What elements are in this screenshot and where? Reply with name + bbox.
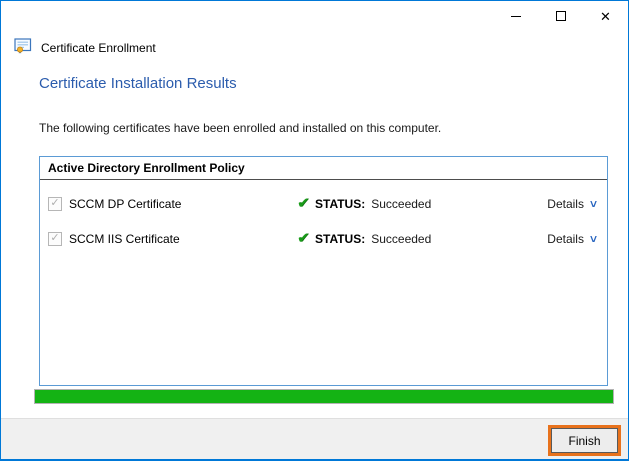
policy-group-title: Active Directory Enrollment Policy: [40, 157, 607, 180]
page-title: Certificate Installation Results: [39, 75, 237, 92]
minimize-icon: [511, 16, 521, 17]
page-description: The following certificates have been enr…: [39, 121, 441, 135]
progress-fill: [35, 390, 613, 403]
success-check-icon: ✔: [297, 196, 315, 211]
certificate-name: SCCM IIS Certificate: [69, 232, 297, 246]
success-check-icon: ✔: [297, 231, 315, 246]
certificate-checkbox[interactable]: ✓: [48, 232, 62, 246]
certificate-icon: [14, 38, 32, 58]
certificate-checkbox[interactable]: ✓: [48, 197, 62, 211]
details-link[interactable]: Details ˅: [547, 232, 597, 246]
status-value: Succeeded: [371, 232, 431, 246]
certificate-row: ✓ SCCM DP Certificate ✔ STATUS: Succeede…: [40, 186, 607, 221]
banner-title: Certificate Enrollment: [41, 41, 156, 55]
certificate-row: ✓ SCCM IIS Certificate ✔ STATUS: Succeed…: [40, 221, 607, 256]
details-label: Details: [547, 197, 584, 211]
checkbox-check-icon: ✓: [50, 233, 59, 244]
finish-button[interactable]: Finish: [551, 428, 618, 453]
chevron-down-icon: ˅: [590, 198, 597, 210]
enrollment-progress-bar: [34, 389, 614, 404]
status-label: STATUS:: [315, 232, 365, 246]
maximize-icon: [556, 11, 566, 21]
maximize-button[interactable]: [538, 1, 583, 31]
status-value: Succeeded: [371, 197, 431, 211]
details-label: Details: [547, 232, 584, 246]
finish-button-highlight: Finish: [548, 425, 621, 456]
wizard-banner: Certificate Enrollment: [14, 38, 156, 58]
certificate-list: ✓ SCCM DP Certificate ✔ STATUS: Succeede…: [40, 180, 607, 256]
details-link[interactable]: Details ˅: [547, 197, 597, 211]
checkbox-check-icon: ✓: [50, 198, 59, 209]
certificate-name: SCCM DP Certificate: [69, 197, 297, 211]
certificate-enrollment-window: ✕ Certificate Enrollment Certificate Ins…: [0, 0, 629, 461]
window-caption-buttons: ✕: [493, 1, 628, 31]
status-label: STATUS:: [315, 197, 365, 211]
close-icon: ✕: [600, 10, 611, 23]
chevron-down-icon: ˅: [590, 233, 597, 245]
minimize-button[interactable]: [493, 1, 538, 31]
footer-bar: [1, 418, 628, 459]
enrollment-policy-panel: Active Directory Enrollment Policy ✓ SCC…: [39, 156, 608, 386]
close-button[interactable]: ✕: [583, 1, 628, 31]
